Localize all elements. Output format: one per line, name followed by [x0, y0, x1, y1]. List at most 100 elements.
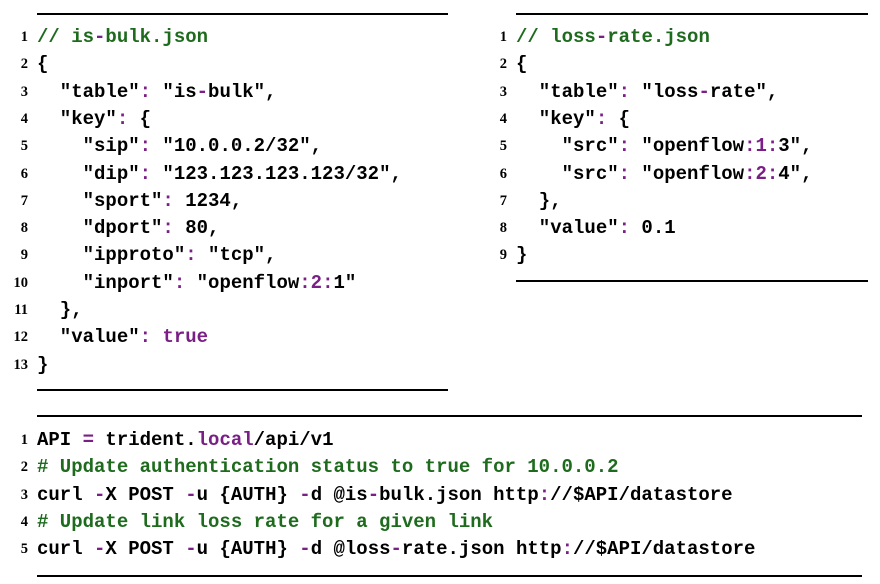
code-line: "table": "loss-rate",	[516, 79, 778, 106]
code-comment: // is	[37, 26, 95, 48]
code-text: {	[516, 53, 528, 76]
code-line: "table": "is-bulk",	[37, 79, 277, 106]
code-highlight: =	[82, 429, 95, 451]
code-line: "dip": "123.123.123.123/32",	[37, 161, 402, 188]
code-highlight: :	[162, 217, 174, 240]
code-text: "table"	[37, 80, 140, 103]
line-number: 1	[20, 29, 28, 45]
code-highlight: -	[698, 80, 710, 103]
code-comment: // loss	[516, 26, 596, 48]
code-highlight: :	[173, 271, 186, 294]
code-text: }	[37, 353, 49, 376]
code-highlight: :	[595, 107, 608, 130]
line-number: 12	[13, 329, 29, 346]
code-text: //$API/datastore	[572, 538, 756, 561]
line-number: 4	[499, 110, 507, 127]
code-text: X POST	[105, 483, 186, 506]
code-highlight: -	[185, 538, 197, 561]
code-text: {	[128, 107, 152, 130]
code-line: "inport": "openflow:2:1"	[37, 270, 357, 297]
code-text: "key"	[516, 107, 596, 130]
code-line: "value": 0.1	[516, 215, 676, 242]
code-line: },	[516, 188, 562, 215]
code-text: "openflow	[630, 135, 745, 158]
code-text: trident.	[94, 429, 197, 451]
bottom-rule	[37, 389, 448, 391]
code-line: // is-bulk.json	[37, 24, 208, 51]
code-text: {	[37, 53, 49, 76]
code-text: bulk",	[208, 80, 277, 103]
code-highlight: :2:	[299, 271, 334, 294]
line-number: 7	[499, 192, 507, 209]
code-highlight: :	[139, 135, 152, 158]
code-line: "dport": 80,	[37, 215, 220, 242]
code-highlight: :	[116, 107, 129, 130]
code-text: 80,	[173, 217, 220, 240]
code-text: {	[607, 107, 631, 130]
code-line: "sport": 1234,	[37, 188, 243, 215]
code-line: {	[37, 51, 48, 78]
code-line: API = trident.local/api/v1	[37, 427, 333, 454]
line-number: 9	[20, 247, 28, 264]
code-text: "openflow	[185, 271, 300, 294]
code-highlight: -	[390, 538, 402, 561]
code-highlight: :	[561, 538, 573, 561]
code-comment: rate.json	[607, 26, 710, 48]
code-text: "dip"	[37, 162, 140, 185]
code-line: "sip": "10.0.0.2/32",	[37, 133, 322, 160]
code-text: "123.123.123.123/32",	[151, 162, 402, 185]
code-highlight: local	[196, 429, 254, 451]
code-text: "10.0.0.2/32",	[151, 135, 323, 158]
line-number: 4	[20, 110, 28, 127]
code-text: curl	[37, 483, 95, 506]
code-text: 1"	[333, 271, 357, 294]
code-text: "dport"	[37, 217, 163, 240]
code-text: //$API/datastore	[550, 483, 733, 506]
code-text: "value"	[37, 326, 140, 349]
code-text: u {AUTH}	[196, 483, 300, 506]
code-text: API	[37, 429, 83, 451]
line-number: 5	[20, 541, 28, 558]
code-highlight: -	[94, 26, 106, 48]
code-line: "ipproto": "tcp",	[37, 242, 277, 269]
line-number: 1	[20, 432, 28, 448]
code-line: "value": true	[37, 324, 208, 351]
code-text: },	[516, 189, 562, 212]
code-line: curl -X POST -u {AUTH} -d @is-bulk.json …	[37, 482, 733, 509]
code-text: "inport"	[37, 271, 174, 294]
code-text: u {AUTH}	[196, 538, 300, 561]
line-number: 7	[20, 192, 28, 209]
line-number: 3	[20, 83, 28, 100]
line-number: 6	[20, 165, 28, 182]
code-highlight: -	[299, 483, 311, 506]
line-number: 5	[499, 138, 507, 155]
line-number: 9	[499, 247, 507, 264]
code-line: // loss-rate.json	[516, 24, 710, 51]
code-highlight: :	[538, 483, 551, 506]
code-highlight: -	[94, 483, 106, 506]
code-text: X POST	[105, 538, 186, 561]
code-line: "src": "openflow:1:3",	[516, 133, 813, 160]
code-text: "src"	[516, 135, 619, 158]
code-text: "is	[151, 80, 197, 103]
code-text: "sip"	[37, 135, 140, 158]
code-highlight: -	[299, 538, 311, 561]
code-text: 4",	[778, 162, 813, 185]
code-highlight: :2:	[744, 162, 779, 185]
code-line: }	[516, 242, 527, 269]
code-comment: bulk.json	[105, 26, 209, 48]
line-number: 1	[499, 29, 507, 45]
line-number: 2	[20, 459, 28, 476]
line-number: 2	[499, 56, 507, 73]
code-line: # Update link loss rate for a given link	[37, 509, 493, 536]
code-text: curl	[37, 538, 95, 561]
line-number: 3	[499, 83, 507, 100]
code-line: "key": {	[516, 106, 630, 133]
code-highlight: :	[139, 326, 152, 349]
line-number: 8	[499, 220, 507, 237]
code-highlight: -	[595, 26, 608, 48]
code-text: d @is	[310, 483, 368, 506]
code-highlight: -	[367, 483, 380, 506]
code-text: 1234,	[173, 189, 243, 212]
